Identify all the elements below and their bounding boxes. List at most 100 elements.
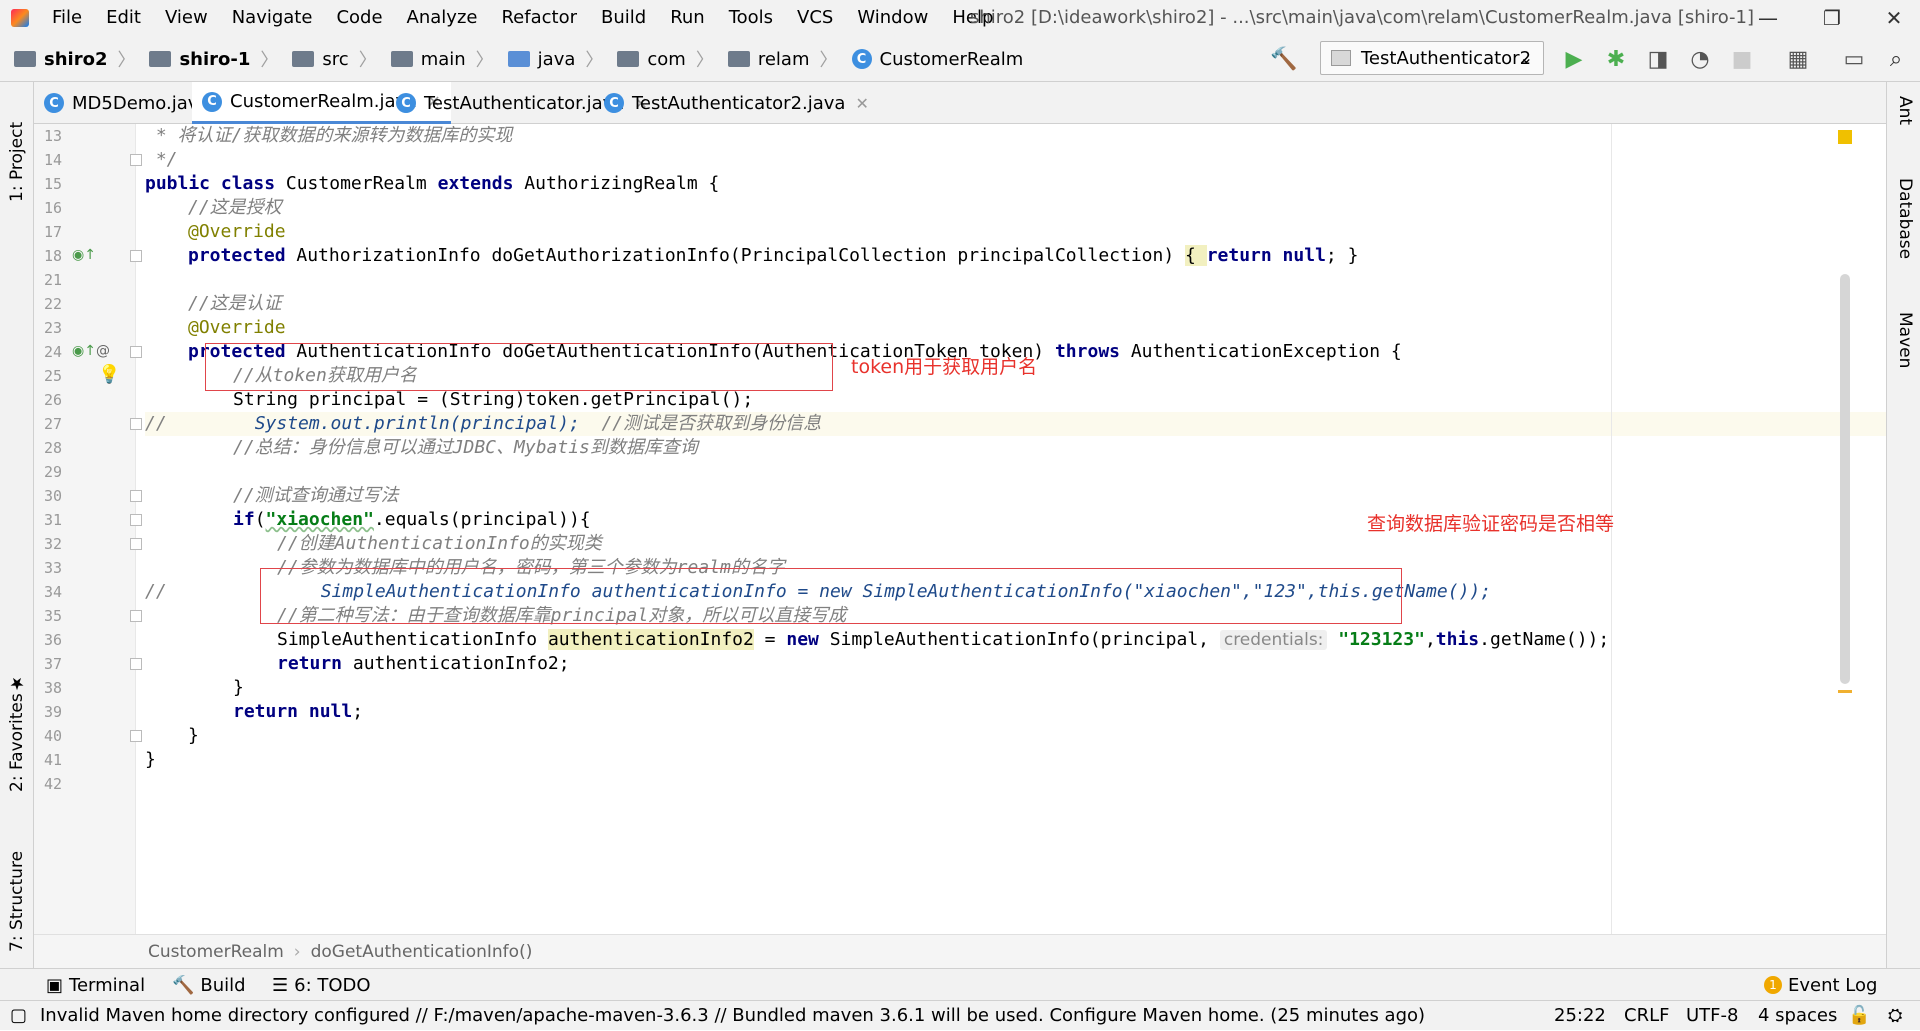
scroll-thumb[interactable] bbox=[1840, 274, 1850, 684]
close-tab-icon[interactable]: ✕ bbox=[855, 94, 868, 113]
class-icon: C bbox=[851, 49, 872, 69]
module-folder-icon bbox=[14, 51, 36, 67]
crumb-com[interactable]: com 〉 bbox=[603, 36, 714, 82]
folder-icon bbox=[390, 51, 413, 67]
tool-ant[interactable]: Ant bbox=[1891, 96, 1919, 156]
run-icon[interactable]: ▶ bbox=[1554, 36, 1594, 82]
status-toggle-icon[interactable]: ▢ bbox=[10, 1001, 27, 1031]
terminal-window-icon[interactable]: ▭ bbox=[1834, 36, 1874, 82]
indent-setting[interactable]: 4 spaces bbox=[1758, 1001, 1837, 1031]
tool-build[interactable]: 🔨 Build bbox=[172, 969, 246, 1001]
highlight-box-token bbox=[205, 343, 833, 391]
file-encoding[interactable]: UTF-8 bbox=[1686, 1001, 1738, 1031]
git-branch-icon[interactable]: ⛭ bbox=[1888, 1001, 1902, 1031]
menu-file[interactable]: File bbox=[40, 0, 94, 36]
window-title: shiro2 [D:\ideawork\shiro2] - ...\src\ma… bbox=[970, 7, 1755, 28]
menu-navigate[interactable]: Navigate bbox=[220, 0, 325, 36]
fold-marker-icon[interactable] bbox=[130, 250, 142, 262]
status-message[interactable]: Invalid Maven home directory configured … bbox=[40, 1001, 1425, 1031]
fold-marker-icon[interactable] bbox=[130, 730, 142, 742]
crumb-java[interactable]: java 〉 bbox=[494, 36, 603, 82]
minimize-icon[interactable]: — bbox=[1742, 0, 1794, 36]
fold-marker-icon[interactable] bbox=[130, 490, 142, 502]
crumb-src[interactable]: src 〉 bbox=[278, 36, 377, 82]
menu-view[interactable]: View bbox=[153, 0, 220, 36]
menu-build[interactable]: Build bbox=[589, 0, 658, 36]
highlight-box-credentials bbox=[260, 568, 1402, 624]
search-icon[interactable]: ⌕ bbox=[1876, 36, 1916, 82]
stop-icon[interactable]: ■ bbox=[1722, 36, 1762, 82]
code-area[interactable]: * 将认证/获取数据的来源转为数据库的实现 */ public class Cu… bbox=[145, 124, 1886, 934]
tool-favorites[interactable]: 2: Favorites ★ bbox=[2, 672, 32, 792]
fold-marker-icon[interactable] bbox=[130, 154, 142, 166]
tool-maven[interactable]: Maven bbox=[1891, 312, 1919, 402]
tool-todo[interactable]: ☰ 6: TODO bbox=[272, 969, 371, 1001]
run-config-icon bbox=[1331, 50, 1351, 66]
menu-vcs[interactable]: VCS bbox=[785, 0, 845, 36]
line-number: 40 bbox=[43, 727, 62, 745]
line-separator[interactable]: CRLF bbox=[1624, 1001, 1669, 1031]
code-line-28: //总结：身份信息可以通过JDBC、Mybatis到数据库查询 bbox=[233, 437, 698, 458]
fold-marker-icon[interactable] bbox=[130, 658, 142, 670]
crumb-module[interactable]: shiro-1 〉 bbox=[135, 36, 278, 82]
code-line-31: if("xiaochen".equals(principal)){ bbox=[233, 509, 591, 530]
warning-stripe-marker[interactable] bbox=[1838, 690, 1852, 693]
menu-refactor[interactable]: Refactor bbox=[489, 0, 589, 36]
project-structure-icon[interactable]: ▦ bbox=[1778, 36, 1818, 82]
tool-structure[interactable]: 7: Structure bbox=[2, 822, 32, 952]
fold-marker-icon[interactable] bbox=[130, 538, 142, 550]
menu-edit[interactable]: Edit bbox=[94, 0, 153, 36]
code-editor[interactable]: 13 14 15 16 17 18 21 22 23 24 25 26 27 2… bbox=[34, 124, 1886, 934]
fold-marker-icon[interactable] bbox=[130, 514, 142, 526]
close-window-icon[interactable]: ✕ bbox=[1868, 0, 1920, 36]
tool-project[interactable]: 1: Project bbox=[2, 92, 32, 202]
crumb-relam[interactable]: relam 〉 bbox=[714, 36, 838, 82]
menu-code[interactable]: Code bbox=[324, 0, 394, 36]
lock-icon[interactable]: 🔓 bbox=[1848, 1001, 1870, 1031]
profile-icon[interactable]: ◔ bbox=[1680, 36, 1720, 82]
breadcrumb-class[interactable]: CustomerRealm bbox=[148, 942, 284, 962]
crumb-main[interactable]: main 〉 bbox=[377, 36, 494, 82]
crumb-project[interactable]: shiro2 〉 bbox=[0, 36, 135, 82]
parameter-hint: credentials: bbox=[1219, 630, 1328, 650]
caret-position[interactable]: 25:22 bbox=[1554, 1001, 1606, 1031]
debug-icon[interactable]: ✱ bbox=[1596, 36, 1636, 82]
editor-gutter: 13 14 15 16 17 18 21 22 23 24 25 26 27 2… bbox=[34, 124, 142, 934]
inspection-status-icon[interactable] bbox=[1838, 130, 1852, 144]
tool-database[interactable]: Database bbox=[1891, 178, 1919, 288]
menu-analyze[interactable]: Analyze bbox=[395, 0, 490, 36]
class-icon: C bbox=[44, 93, 64, 113]
maximize-icon[interactable]: ❐ bbox=[1806, 0, 1858, 36]
code-line-18: protected AuthorizationInfo doGetAuthori… bbox=[188, 245, 1359, 266]
menu-window[interactable]: Window bbox=[845, 0, 940, 36]
line-number: 21 bbox=[43, 271, 62, 289]
run-configuration-select[interactable]: TestAuthenticator2 ⌄ bbox=[1320, 41, 1544, 75]
crumb-class[interactable]: C CustomerRealm bbox=[838, 36, 1023, 82]
tool-event-log[interactable]: 1 Event Log bbox=[1764, 969, 1877, 1001]
implements-method-icon[interactable]: ◉↑ bbox=[72, 343, 96, 359]
code-line-15: public class CustomerRealm extends Autho… bbox=[145, 173, 720, 194]
lightbulb-icon[interactable]: 💡 bbox=[98, 364, 120, 385]
code-line-32: //创建AuthenticationInfo的实现类 bbox=[277, 533, 602, 554]
terminal-icon: ▣ bbox=[46, 974, 64, 996]
menu-bar: File Edit View Navigate Code Analyze Ref… bbox=[0, 0, 1920, 36]
editor-scrollbar[interactable] bbox=[1838, 124, 1852, 684]
line-number: 13 bbox=[43, 127, 62, 145]
coverage-icon[interactable]: ◨ bbox=[1638, 36, 1678, 82]
code-line-13: * 将认证/获取数据的来源转为数据库的实现 bbox=[145, 125, 513, 146]
build-hammer-icon[interactable]: 🔨 bbox=[1264, 36, 1304, 82]
fold-marker-icon[interactable] bbox=[130, 418, 142, 430]
implements-method-icon[interactable]: ◉↑ bbox=[72, 247, 96, 263]
event-log-badge: 1 bbox=[1764, 976, 1782, 994]
code-line-22: //这是认证 bbox=[188, 293, 282, 314]
fold-marker-icon[interactable] bbox=[130, 346, 142, 358]
class-icon: C bbox=[202, 91, 222, 112]
menu-run[interactable]: Run bbox=[658, 0, 717, 36]
menu-tools[interactable]: Tools bbox=[717, 0, 785, 36]
line-number: 36 bbox=[43, 631, 62, 649]
tab-testauthenticator2[interactable]: C TestAuthenticator2.java ✕ bbox=[594, 82, 879, 124]
breadcrumb-method[interactable]: doGetAuthenticationInfo() bbox=[311, 942, 533, 962]
tool-terminal[interactable]: ▣ Terminal bbox=[46, 969, 145, 1001]
line-number: 33 bbox=[43, 559, 62, 577]
fold-marker-icon[interactable] bbox=[130, 610, 142, 622]
